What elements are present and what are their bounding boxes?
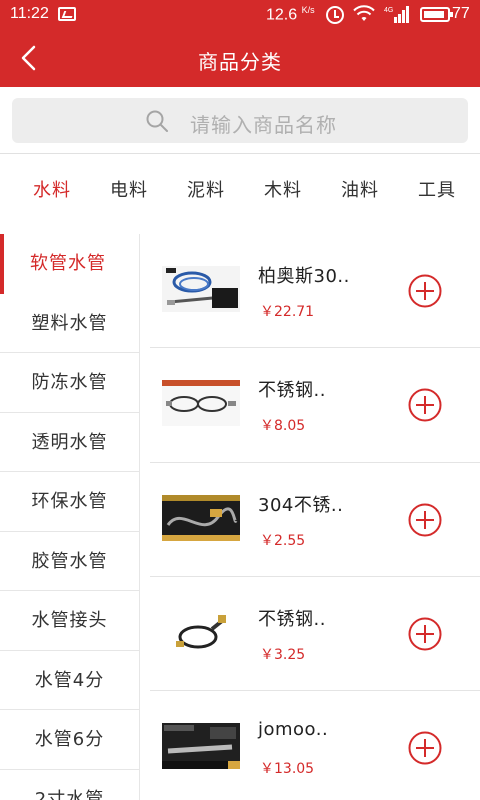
- add-to-cart-button[interactable]: [408, 731, 442, 765]
- alarm-icon: [326, 6, 344, 24]
- plus-circle-icon: [408, 274, 442, 308]
- search-input[interactable]: 请输入商品名称: [12, 98, 468, 143]
- tab-paint[interactable]: 油料: [341, 176, 379, 202]
- plus-circle-icon: [408, 731, 442, 765]
- product-image: [162, 723, 240, 770]
- product-image: [162, 266, 240, 312]
- sidebar-item-plastic-pipe[interactable]: 塑料水管: [0, 294, 139, 353]
- plus-circle-icon: [408, 503, 442, 537]
- product-price: ￥8.05: [260, 418, 306, 435]
- add-to-cart-button[interactable]: [408, 388, 442, 422]
- product-name: jomoo..: [258, 719, 329, 741]
- tab-tools[interactable]: 工具: [418, 176, 456, 202]
- product-item[interactable]: 304不锈.. ￥2.55: [150, 463, 480, 577]
- sidebar-item-soft-hose[interactable]: 软管水管: [0, 234, 139, 294]
- product-image: [162, 494, 240, 541]
- product-list: 柏奥斯30.. ￥22.71 不锈钢.. ￥8.05 304不锈.. ￥2.55…: [150, 234, 480, 800]
- product-image: [162, 608, 240, 655]
- product-item[interactable]: 柏奥斯30.. ￥22.71: [150, 234, 480, 349]
- sidebar-item-pipe-4[interactable]: 水管4分: [0, 651, 139, 710]
- product-name: 柏奥斯30..: [258, 266, 350, 287]
- add-to-cart-button[interactable]: [408, 617, 442, 651]
- search-icon: [146, 110, 168, 132]
- network-speed-unit: K/s: [301, 5, 315, 15]
- network-type: 4G: [384, 7, 393, 14]
- plus-circle-icon: [408, 388, 442, 422]
- product-item[interactable]: jomoo.. ￥13.05: [150, 691, 480, 800]
- search-placeholder: 请输入商品名称: [190, 113, 337, 137]
- sidebar-item-clear-pipe[interactable]: 透明水管: [0, 413, 139, 472]
- product-image: [162, 380, 240, 427]
- product-item[interactable]: 不锈钢.. ￥3.25: [150, 577, 480, 692]
- subcategory-sidebar: 软管水管 塑料水管 防冻水管 透明水管 环保水管 胶管水管 水管接头 水管4分 …: [0, 234, 140, 800]
- page-title: 商品分类: [198, 50, 282, 74]
- product-item[interactable]: 不锈钢.. ￥8.05: [150, 348, 480, 463]
- sidebar-item-antifreeze-pipe[interactable]: 防冻水管: [0, 353, 139, 413]
- status-bar: 11:22 12.6 K/s 4G 77: [0, 0, 480, 30]
- product-name: 304不锈..: [258, 494, 344, 516]
- product-name: 不锈钢..: [258, 380, 326, 402]
- add-to-cart-button[interactable]: [408, 274, 442, 308]
- status-time: 11:22: [10, 5, 49, 22]
- title-bar: 商品分类: [0, 30, 480, 87]
- battery-icon: [420, 7, 453, 22]
- add-to-cart-button[interactable]: [408, 503, 442, 537]
- network-speed-value: 12.6: [266, 6, 298, 24]
- cellular-signal-icon: 4G: [384, 6, 409, 23]
- tab-electric[interactable]: 电料: [110, 176, 148, 202]
- search-bar: 请输入商品名称: [0, 87, 480, 154]
- sidebar-item-pipe-2inch[interactable]: 2寸水管: [0, 770, 139, 800]
- notification-image-icon: [58, 7, 76, 21]
- category-tabs: 水料 电料 泥料 木料 油料 工具: [0, 155, 480, 221]
- product-price: ￥2.55: [260, 532, 306, 549]
- network-speed: 12.6 K/s: [266, 5, 315, 24]
- wifi-icon: [353, 5, 375, 21]
- plus-circle-icon: [408, 617, 442, 651]
- product-price: ￥22.71: [260, 304, 315, 320]
- sidebar-item-rubber-pipe[interactable]: 胶管水管: [0, 532, 139, 591]
- sidebar-item-pipe-6[interactable]: 水管6分: [0, 710, 139, 770]
- product-price: ￥13.05: [260, 761, 315, 778]
- sidebar-item-eco-pipe[interactable]: 环保水管: [0, 472, 139, 532]
- battery-level: 77: [452, 5, 470, 22]
- tab-wood[interactable]: 木料: [264, 176, 302, 202]
- tab-cement[interactable]: 泥料: [187, 176, 225, 202]
- product-price: ￥3.25: [260, 646, 306, 663]
- product-name: 不锈钢..: [258, 608, 326, 630]
- sidebar-item-pipe-fitting[interactable]: 水管接头: [0, 591, 139, 651]
- tab-water[interactable]: 水料: [33, 176, 71, 202]
